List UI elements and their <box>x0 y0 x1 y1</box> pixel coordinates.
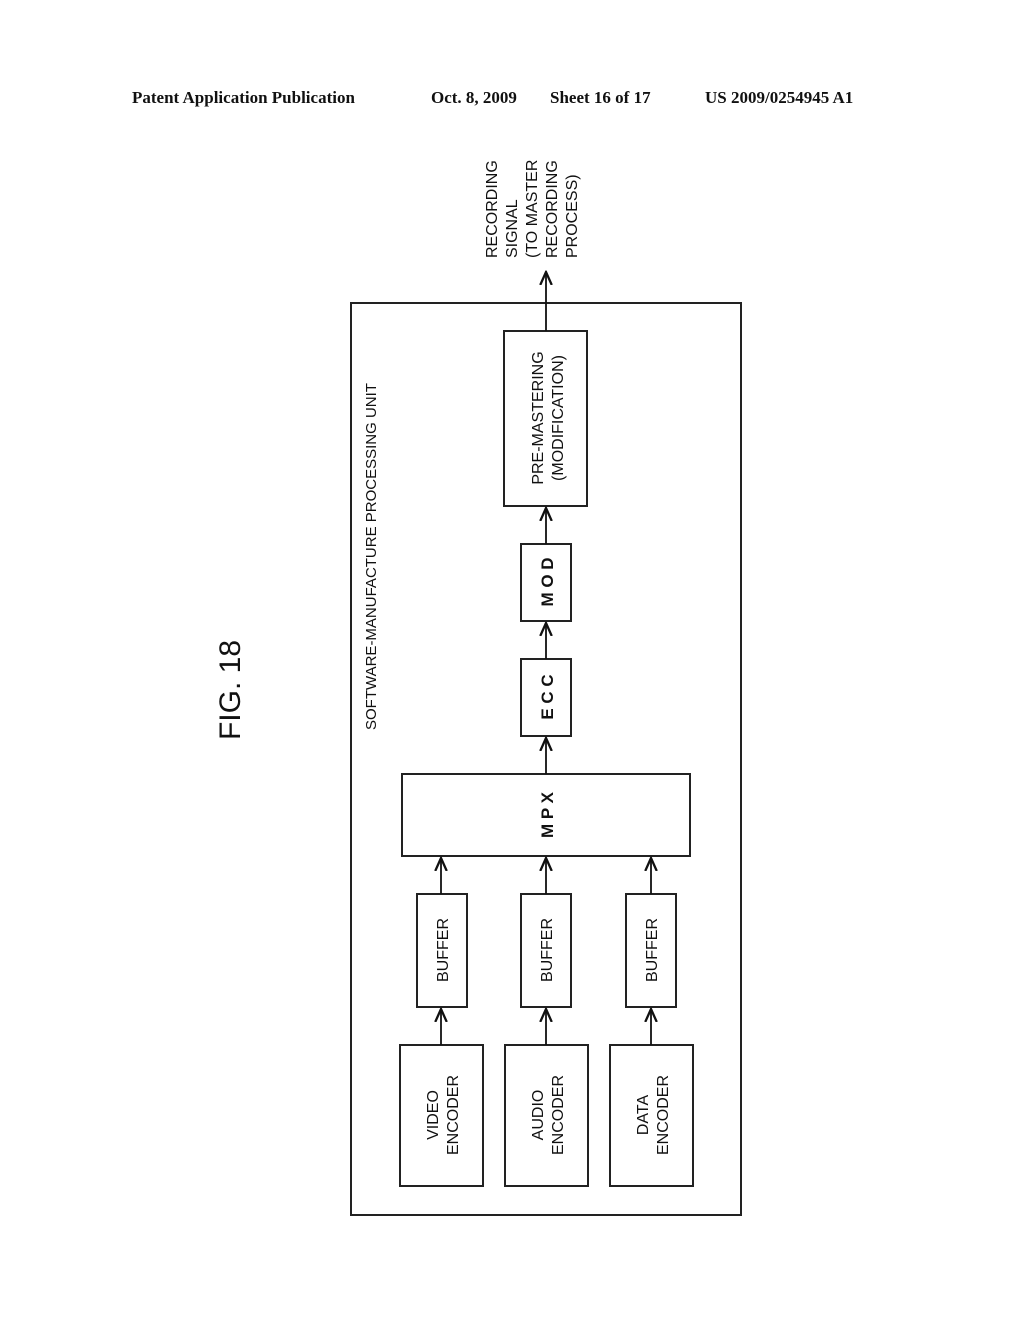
processing-unit-label: SOFTWARE-MANUFACTURE PROCESSING UNIT <box>363 383 380 730</box>
buffer-label: BUFFER <box>644 918 661 982</box>
premastering-label: (MODIFICATION) <box>550 355 567 481</box>
audio-encoder-label: ENCODER <box>550 1075 567 1155</box>
block-diagram: FIG. 18 SOFTWARE-MANUFACTURE PROCESSING … <box>214 160 742 1216</box>
video-encoder-label: VIDEO <box>425 1090 442 1140</box>
figure-title: FIG. 18 <box>214 640 247 740</box>
output-label-line: PROCESS) <box>564 174 581 258</box>
data-encoder-label: DATA <box>635 1095 652 1136</box>
output-label-line: RECORDING <box>484 160 501 258</box>
output-label-line: SIGNAL <box>504 199 521 258</box>
output-label-line: RECORDING <box>544 160 561 258</box>
premastering-label: PRE-MASTERING <box>530 351 547 484</box>
ecc-label: E C C <box>538 674 557 719</box>
buffer-label: BUFFER <box>539 918 556 982</box>
buffer-label: BUFFER <box>435 918 452 982</box>
data-encoder-label: ENCODER <box>655 1075 672 1155</box>
output-label-line: (TO MASTER <box>524 160 541 258</box>
mod-label: M O D <box>538 557 557 606</box>
output-label: RECORDING SIGNAL (TO MASTER RECORDING PR… <box>484 160 581 258</box>
audio-encoder-label: AUDIO <box>530 1090 547 1141</box>
video-encoder-label: ENCODER <box>445 1075 462 1155</box>
mpx-label: M P X <box>538 791 557 838</box>
